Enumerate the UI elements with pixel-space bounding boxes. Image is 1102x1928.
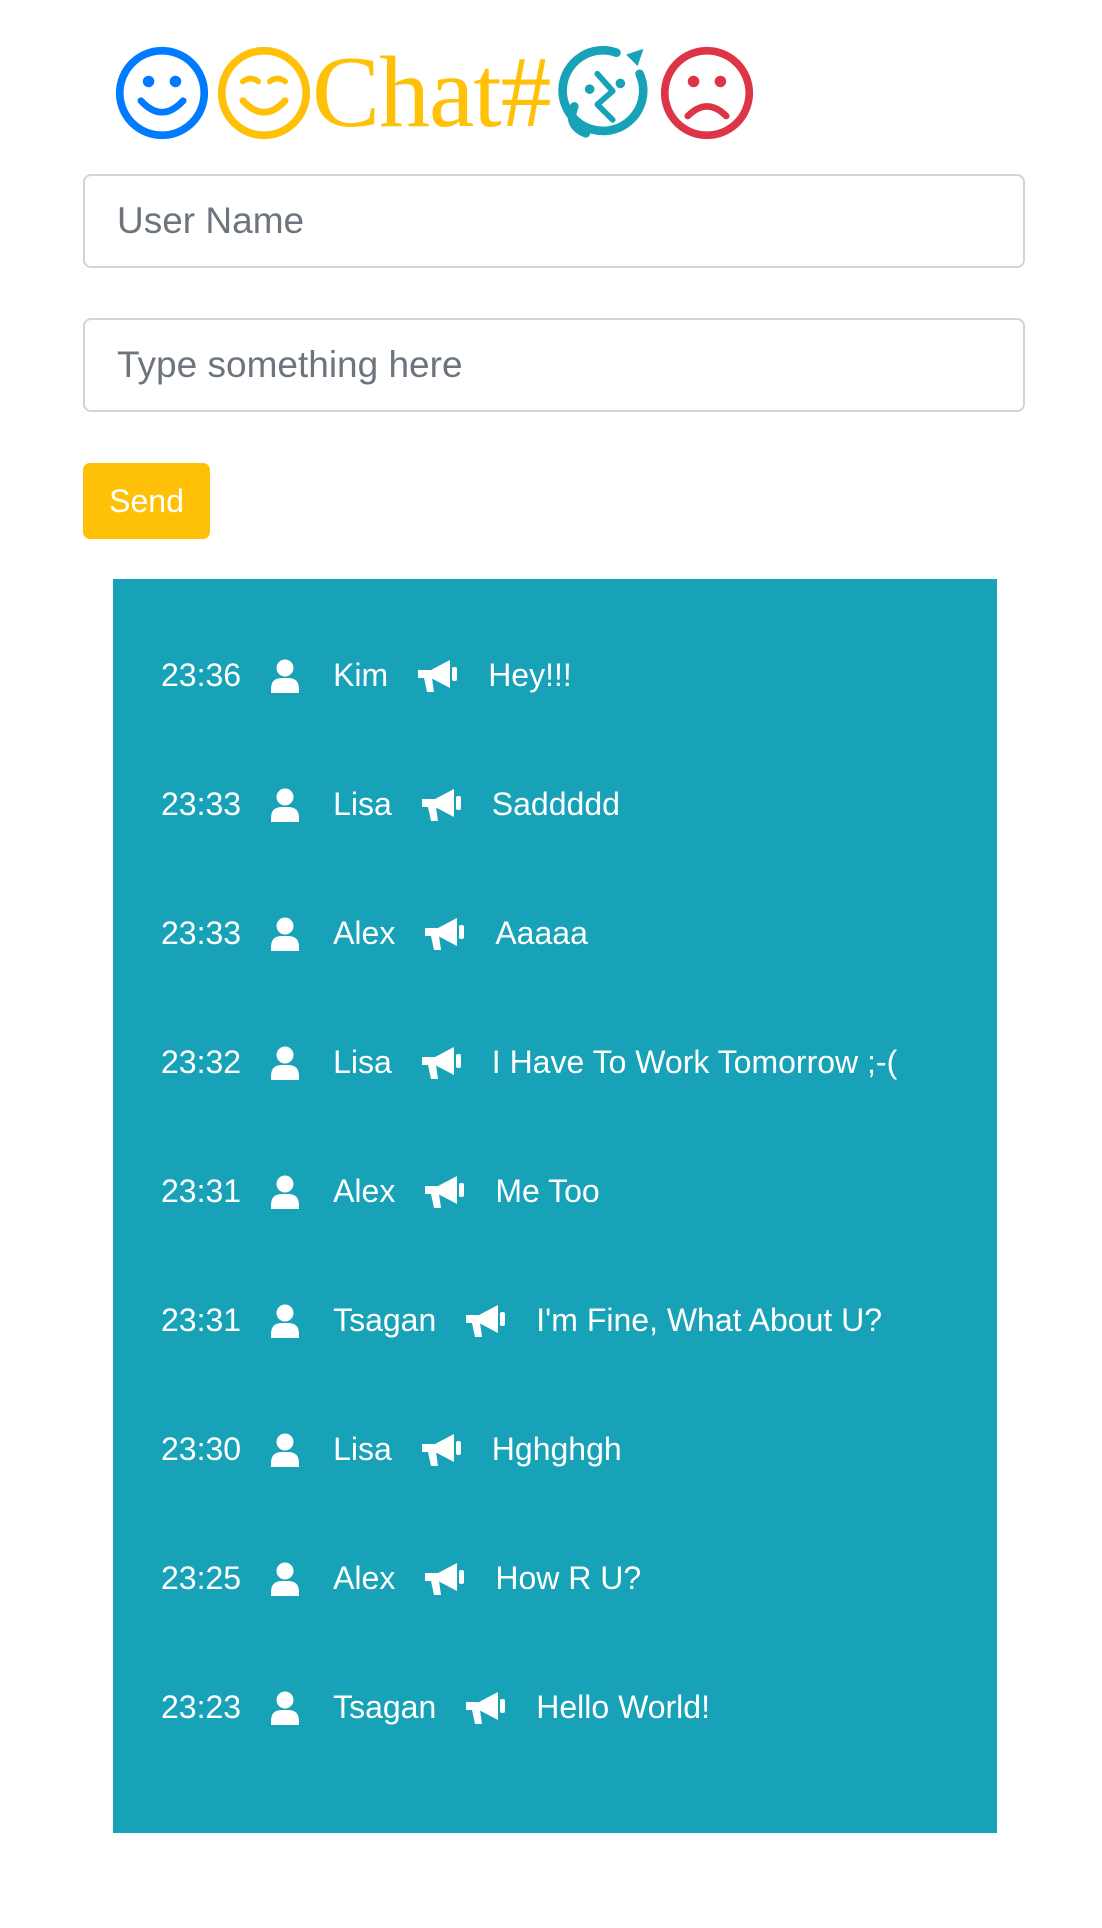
message-item: 23:32 Lisa I Have To Work Tomorrow ;-( bbox=[113, 998, 997, 1127]
wink-face-icon bbox=[216, 45, 312, 141]
message-text: Me Too bbox=[495, 1173, 600, 1209]
message-time: 23:36 bbox=[161, 657, 242, 693]
logo-title: Chat# bbox=[312, 36, 552, 149]
user-icon bbox=[271, 1046, 300, 1080]
message-text: Saddddd bbox=[491, 786, 620, 822]
message-item: 23:30 Lisa Hghghgh bbox=[113, 1385, 997, 1514]
user-icon bbox=[271, 1304, 300, 1338]
message-time: 23:31 bbox=[161, 1302, 242, 1338]
user-icon bbox=[271, 1691, 300, 1725]
message-text: Hello World! bbox=[536, 1689, 710, 1725]
user-icon bbox=[271, 659, 300, 693]
user-name-input[interactable] bbox=[83, 174, 1025, 268]
send-button[interactable]: Send bbox=[83, 463, 210, 539]
megaphone-icon bbox=[466, 1304, 506, 1338]
message-user: Alex bbox=[333, 915, 396, 951]
megaphone-icon bbox=[425, 917, 465, 951]
message-text: I'm Fine, What About U? bbox=[536, 1302, 883, 1338]
message-time: 23:30 bbox=[161, 1431, 242, 1467]
message-list: 23:36 Kim Hey!!! 23:33 Lisa Saddddd 23:3… bbox=[113, 579, 997, 1772]
smile-face-icon bbox=[114, 45, 210, 141]
megaphone-icon bbox=[421, 788, 462, 822]
message-time: 23:32 bbox=[161, 1044, 242, 1080]
message-item: 23:33 Alex Aaaaa bbox=[113, 869, 997, 998]
message-user: Lisa bbox=[333, 1044, 392, 1080]
message-user: Alex bbox=[333, 1173, 396, 1209]
message-time: 23:33 bbox=[161, 915, 242, 951]
message-user: Tsagan bbox=[333, 1689, 437, 1725]
message-item: 23:33 Lisa Saddddd bbox=[113, 740, 997, 869]
message-time: 23:31 bbox=[161, 1173, 242, 1209]
chat-panel: 23:36 Kim Hey!!! 23:33 Lisa Saddddd 23:3… bbox=[113, 579, 997, 1833]
user-icon bbox=[271, 1562, 300, 1596]
user-icon bbox=[271, 1175, 300, 1209]
message-item: 23:36 Kim Hey!!! bbox=[113, 611, 997, 740]
message-time: 23:25 bbox=[161, 1560, 242, 1596]
user-icon bbox=[271, 917, 300, 951]
message-user: Tsagan bbox=[333, 1302, 437, 1338]
user-icon bbox=[271, 1433, 300, 1467]
message-text: Hey!!! bbox=[488, 657, 572, 693]
user-icon bbox=[271, 788, 300, 822]
message-text: I Have To Work Tomorrow ;-( bbox=[491, 1044, 898, 1080]
message-time: 23:33 bbox=[161, 786, 242, 822]
message-user: Kim bbox=[333, 657, 389, 693]
message-item: 23:23 Tsagan Hello World! bbox=[113, 1643, 997, 1772]
dizzy-face-icon bbox=[557, 45, 653, 141]
megaphone-icon bbox=[421, 1433, 462, 1467]
megaphone-icon bbox=[421, 1046, 462, 1080]
megaphone-icon bbox=[425, 1175, 465, 1209]
megaphone-icon bbox=[425, 1562, 465, 1596]
message-item: 23:25 Alex How R U? bbox=[113, 1514, 997, 1643]
message-time: 23:23 bbox=[161, 1689, 242, 1725]
message-item: 23:31 Alex Me Too bbox=[113, 1127, 997, 1256]
megaphone-icon bbox=[466, 1691, 506, 1725]
message-item: 23:31 Tsagan I'm Fine, What About U? bbox=[113, 1256, 997, 1385]
message-user: Alex bbox=[333, 1560, 396, 1596]
megaphone-icon bbox=[418, 659, 458, 693]
message-input[interactable] bbox=[83, 318, 1025, 412]
sad-face-icon bbox=[659, 45, 755, 141]
message-text: How R U? bbox=[495, 1560, 642, 1596]
message-text: Hghghgh bbox=[491, 1431, 622, 1467]
message-text: Aaaaa bbox=[495, 915, 588, 951]
app-logo: Chat# bbox=[114, 36, 755, 149]
message-user: Lisa bbox=[333, 786, 392, 822]
message-user: Lisa bbox=[333, 1431, 392, 1467]
